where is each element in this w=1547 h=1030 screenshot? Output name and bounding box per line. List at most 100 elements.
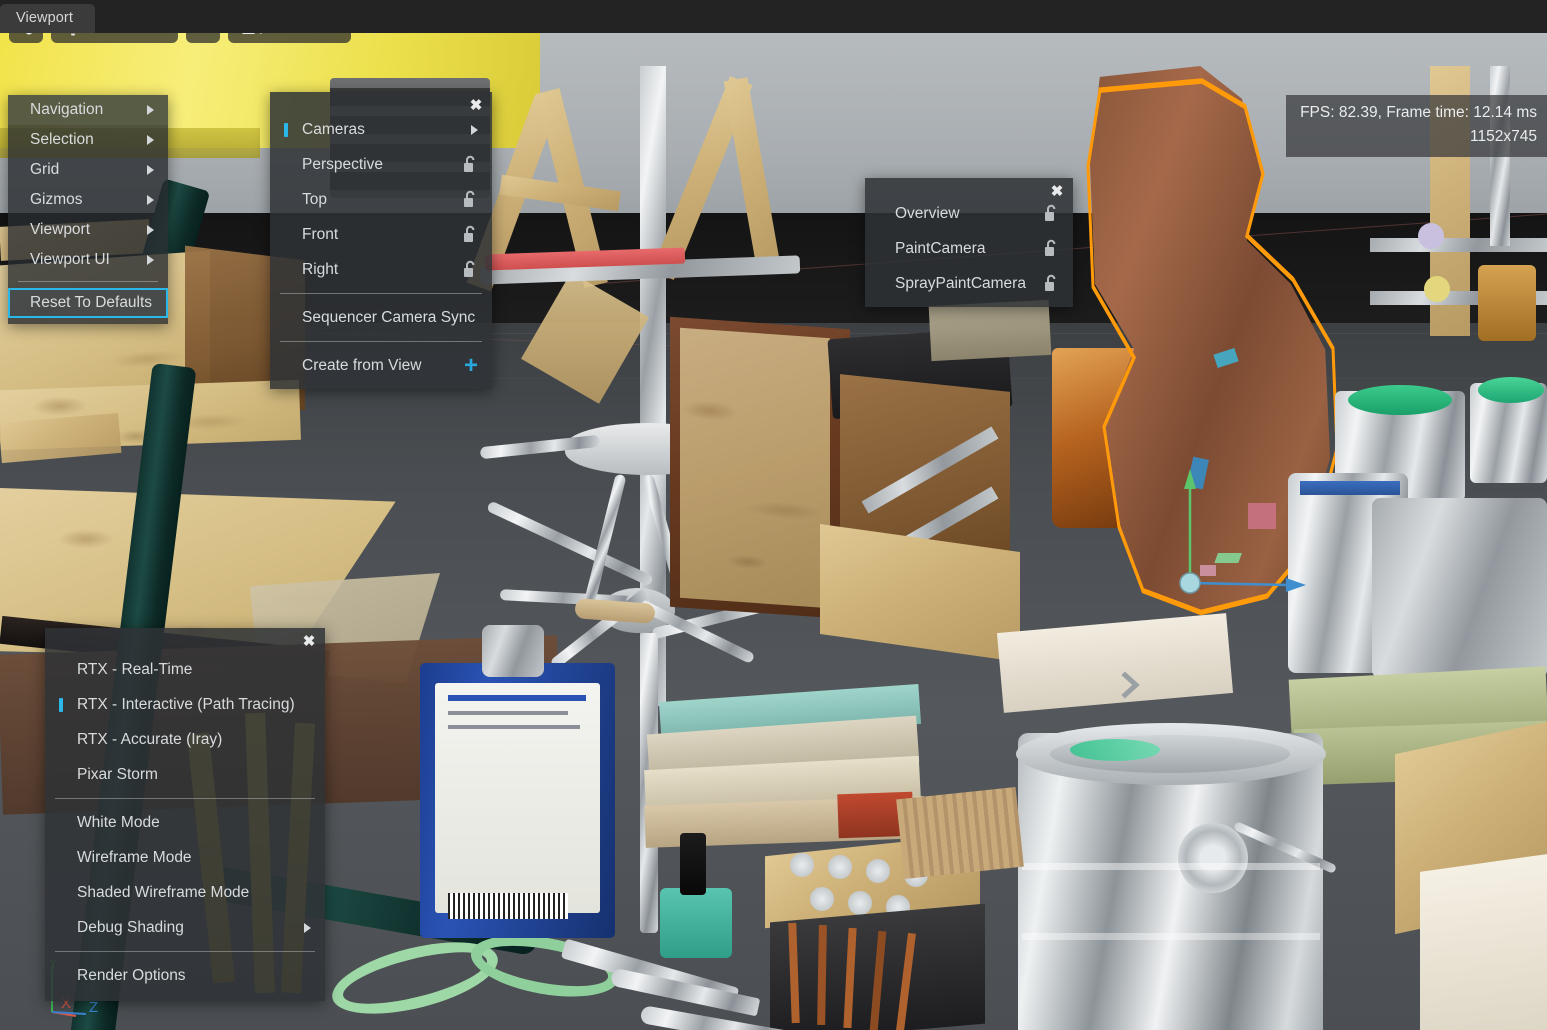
submenu-arrow-icon	[147, 135, 154, 145]
menu-item-label: Right	[302, 260, 339, 278]
plus-icon[interactable]: +	[464, 353, 478, 378]
scene-prop-green-paint	[1478, 377, 1544, 403]
resolution-line: 1152x745	[1470, 128, 1537, 145]
menu-camera-list: ✖ Overview PaintCamera SprayPaintCamera	[865, 178, 1073, 307]
menu-item-label: Reset To Defaults	[30, 294, 153, 311]
menu-item-label: Sequencer Camera Sync	[302, 308, 476, 326]
menu-item-label: Create from View	[302, 356, 422, 374]
menu-item-right[interactable]: Right	[270, 252, 492, 287]
menu-item-label: Perspective	[302, 155, 383, 173]
menu-item-wireframe-mode[interactable]: Wireframe Mode	[45, 840, 325, 875]
submenu-arrow-icon	[471, 124, 478, 135]
menu-item-label: Cameras	[302, 120, 365, 138]
menu-item-front[interactable]: Front	[270, 217, 492, 252]
menu-render-modes: ✖ RTX - Real-Time RTX - Interactive (Pat…	[45, 628, 325, 1001]
scene-prop-knob	[1418, 223, 1444, 249]
scene-prop-green-paint	[1348, 385, 1452, 415]
tab-viewport[interactable]: Viewport	[0, 4, 95, 33]
menu-item-selection[interactable]: Selection	[8, 125, 168, 155]
menu-item-navigation[interactable]: Navigation	[8, 95, 168, 125]
close-icon[interactable]: ✖	[301, 634, 317, 650]
menu-item-white-mode[interactable]: White Mode	[45, 805, 325, 840]
scene-prop-green-smear	[1070, 739, 1160, 761]
scene-prop-can-cap	[482, 625, 544, 677]
menu-item-label: Gizmos	[30, 191, 83, 208]
submenu-arrow-icon	[147, 225, 154, 235]
menu-item-label: Shaded Wireframe Mode	[77, 883, 250, 901]
tab-bar: Viewport	[0, 0, 1547, 33]
menu-item-pixar-storm[interactable]: Pixar Storm	[45, 757, 325, 792]
menu-item-label: Pixar Storm	[77, 765, 158, 783]
menu-item-cameras[interactable]: Cameras	[270, 112, 492, 147]
menu-item-label: Wireframe Mode	[77, 848, 192, 866]
unlocked-icon[interactable]	[463, 190, 478, 209]
scene-prop-bucket-rib	[1022, 933, 1320, 940]
menu-item-viewport-ui[interactable]: Viewport UI	[8, 245, 168, 275]
menu-item-grid[interactable]: Grid	[8, 155, 168, 185]
axis-label-z: Z	[89, 999, 98, 1016]
menu-item-debug-shading[interactable]: Debug Shading	[45, 910, 325, 945]
menu-separator	[280, 341, 482, 342]
menu-separator	[18, 281, 158, 282]
scene-prop-shelf-board	[928, 299, 1052, 362]
menu-item-label: Viewport	[30, 221, 91, 238]
viewport-window: Viewport FPS: 82.39, Frame time: 12.14 m…	[0, 0, 1547, 1030]
scene-prop-bucket-rib	[1022, 863, 1320, 870]
menu-item-gizmos[interactable]: Gizmos	[8, 185, 168, 215]
menu-item-label: RTX - Interactive (Path Tracing)	[77, 695, 295, 713]
menu-item-sequencer-camera-sync[interactable]: Sequencer Camera Sync	[270, 300, 492, 335]
menu-item-label: Debug Shading	[77, 918, 184, 936]
menu-item-rtx-accurate-iray[interactable]: RTX - Accurate (Iray)	[45, 722, 325, 757]
menu-item-label: Render Options	[77, 966, 186, 984]
menu-item-label: Selection	[30, 131, 94, 148]
menu-item-render-options[interactable]: Render Options	[45, 958, 325, 993]
menu-item-label: RTX - Real-Time	[77, 660, 193, 678]
menu-item-perspective[interactable]: Perspective	[270, 147, 492, 182]
menu-item-label: PaintCamera	[895, 239, 986, 257]
fps-stats-line: FPS: 82.39, Frame time: 12.14 ms	[1300, 104, 1537, 121]
menu-item-camera-overview[interactable]: Overview	[865, 196, 1073, 231]
scene-prop-label-stripe	[1300, 481, 1400, 495]
menu-item-camera-spraypaintcamera[interactable]: SprayPaintCamera	[865, 266, 1073, 301]
menu-item-reset-to-defaults[interactable]: Reset To Defaults	[8, 288, 168, 318]
scene-prop-rack-hole	[828, 855, 852, 879]
unlocked-icon[interactable]	[463, 225, 478, 244]
menu-item-rtx-real-time[interactable]: RTX - Real-Time	[45, 652, 325, 687]
menu-item-camera-paintcamera[interactable]: PaintCamera	[865, 231, 1073, 266]
scene-prop-label-line	[448, 695, 586, 701]
scene-prop-label-line	[448, 725, 580, 729]
menu-item-shaded-wireframe-mode[interactable]: Shaded Wireframe Mode	[45, 875, 325, 910]
menu-item-label: White Mode	[77, 813, 160, 831]
unlocked-icon[interactable]	[1044, 274, 1059, 293]
menu-item-top[interactable]: Top	[270, 182, 492, 217]
submenu-arrow-icon	[304, 922, 311, 933]
scene-prop-metal-drum	[1372, 498, 1547, 678]
menu-item-label: Front	[302, 225, 339, 243]
menu-item-label: Top	[302, 190, 327, 208]
scene-prop-ink-bottle	[660, 888, 732, 958]
menu-item-label: Navigation	[30, 101, 104, 118]
scene-prop-rack-hole	[866, 859, 890, 883]
menu-item-create-from-view[interactable]: Create from View +	[270, 348, 492, 383]
unlocked-icon[interactable]	[463, 260, 478, 279]
unlocked-icon[interactable]	[463, 155, 478, 174]
menu-item-rtx-interactive-path-tracing[interactable]: RTX - Interactive (Path Tracing)	[45, 687, 325, 722]
submenu-arrow-icon	[147, 195, 154, 205]
menu-separator	[55, 798, 315, 799]
menu-separator	[55, 951, 315, 952]
scene-prop-rack-bar	[1370, 238, 1547, 252]
scene-prop-can-label	[435, 683, 600, 913]
scene-prop-rack-hole	[790, 853, 814, 877]
scene-prop-rack-hole	[810, 887, 834, 911]
menu-item-label: Viewport UI	[30, 251, 110, 268]
menu-viewport-options: Navigation Selection Grid Gizmos Viewpor…	[8, 95, 168, 324]
scene-prop-brass-fitting	[1478, 265, 1536, 341]
submenu-arrow-icon	[147, 165, 154, 175]
menu-item-label: SprayPaintCamera	[895, 274, 1026, 292]
expand-right-panel-button[interactable]	[1117, 668, 1143, 702]
menu-item-label: Overview	[895, 204, 960, 222]
unlocked-icon[interactable]	[1044, 239, 1059, 258]
menu-item-viewport[interactable]: Viewport	[8, 215, 168, 245]
unlocked-icon[interactable]	[1044, 204, 1059, 223]
menu-separator	[280, 293, 482, 294]
